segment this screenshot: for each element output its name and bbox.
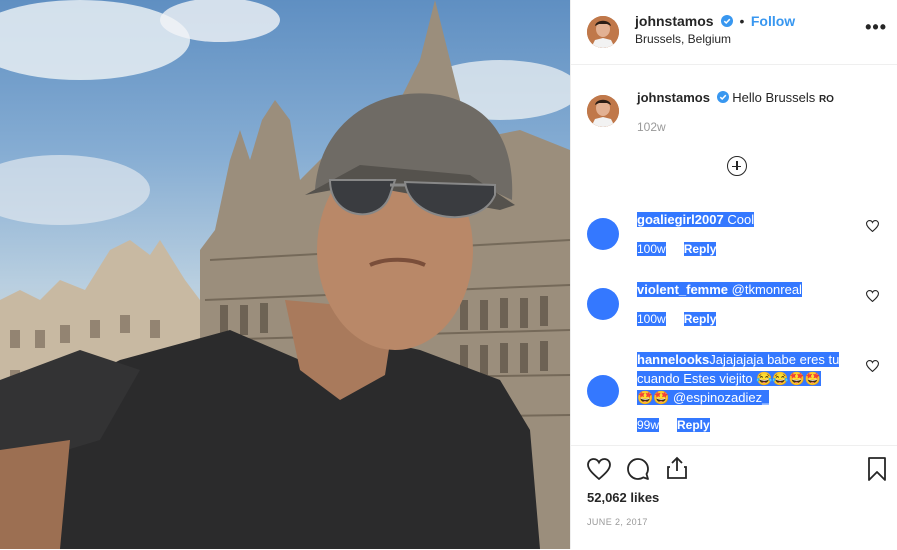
post-header: johnstamos • Follow Brussels, Belgium ••… [571,0,897,65]
comment-reply-button[interactable]: Reply [683,242,717,256]
verified-badge-icon [721,15,734,27]
comment-body: hannelooksJajajajaja babe eres tu cuando… [637,350,855,407]
share-icon[interactable] [666,456,688,480]
verified-badge-icon [716,91,729,103]
load-more-comments-icon[interactable] [727,156,747,176]
bookmark-icon[interactable] [868,457,886,481]
commenter-avatar[interactable] [587,375,619,407]
comment-reply-button[interactable]: Reply [683,312,717,326]
caption-time[interactable]: 102w [637,120,666,134]
like-comment-heart-icon[interactable] [866,360,879,372]
comment-time[interactable]: 99w [637,418,660,432]
author-avatar[interactable] [587,16,619,48]
commenter-avatar[interactable] [587,218,619,250]
comment-text-continued: 🤩🤩 @espinozadiez_ [637,390,770,405]
caption-username[interactable]: johnstamos [637,90,710,105]
follow-button[interactable]: Follow [751,13,795,29]
like-comment-heart-icon[interactable] [866,290,879,302]
comment-reply-button[interactable]: Reply [677,418,710,432]
caption-avatar[interactable] [587,95,619,127]
comment-body: violent_femme @tkmonreal [637,280,855,299]
comment-meta: 100w Reply [637,312,734,326]
post-sidebar: johnstamos • Follow Brussels, Belgium ••… [570,0,897,549]
comment-text: @tkmonreal [731,282,802,297]
caption-tag: RO [818,94,834,105]
selfie-image [0,0,570,549]
like-comment-heart-icon[interactable] [866,220,879,232]
caption-text: Hello Brussels [732,90,816,105]
comment-username[interactable]: violent_femme [637,282,729,297]
comment-meta: 99w Reply [637,418,728,432]
post-location[interactable]: Brussels, Belgium [635,32,731,46]
commenter-avatar[interactable] [587,288,619,320]
comment-bubble-icon[interactable] [626,457,650,481]
more-options-icon[interactable]: ••• [865,17,887,38]
comment-username[interactable]: goaliegirl2007 [637,212,724,227]
comment-username[interactable]: hannelooks [637,352,710,367]
comment-meta: 100w Reply [637,242,734,256]
comment-body: goaliegirl2007 Cool [637,210,855,229]
comment-text: Cool [727,212,755,227]
post-actions: 52,062 likes JUNE 2, 2017 [571,445,897,550]
post-photo[interactable] [0,0,570,549]
comment-time[interactable]: 100w [637,242,666,256]
instagram-post: johnstamos • Follow Brussels, Belgium ••… [0,0,897,549]
separator-dot: • [739,13,745,29]
post-date[interactable]: JUNE 2, 2017 [587,517,648,527]
like-heart-icon[interactable] [587,458,611,480]
author-username[interactable]: johnstamos [635,13,714,29]
likes-count[interactable]: 52,062 likes [587,490,659,505]
comment-time[interactable]: 100w [637,312,666,326]
